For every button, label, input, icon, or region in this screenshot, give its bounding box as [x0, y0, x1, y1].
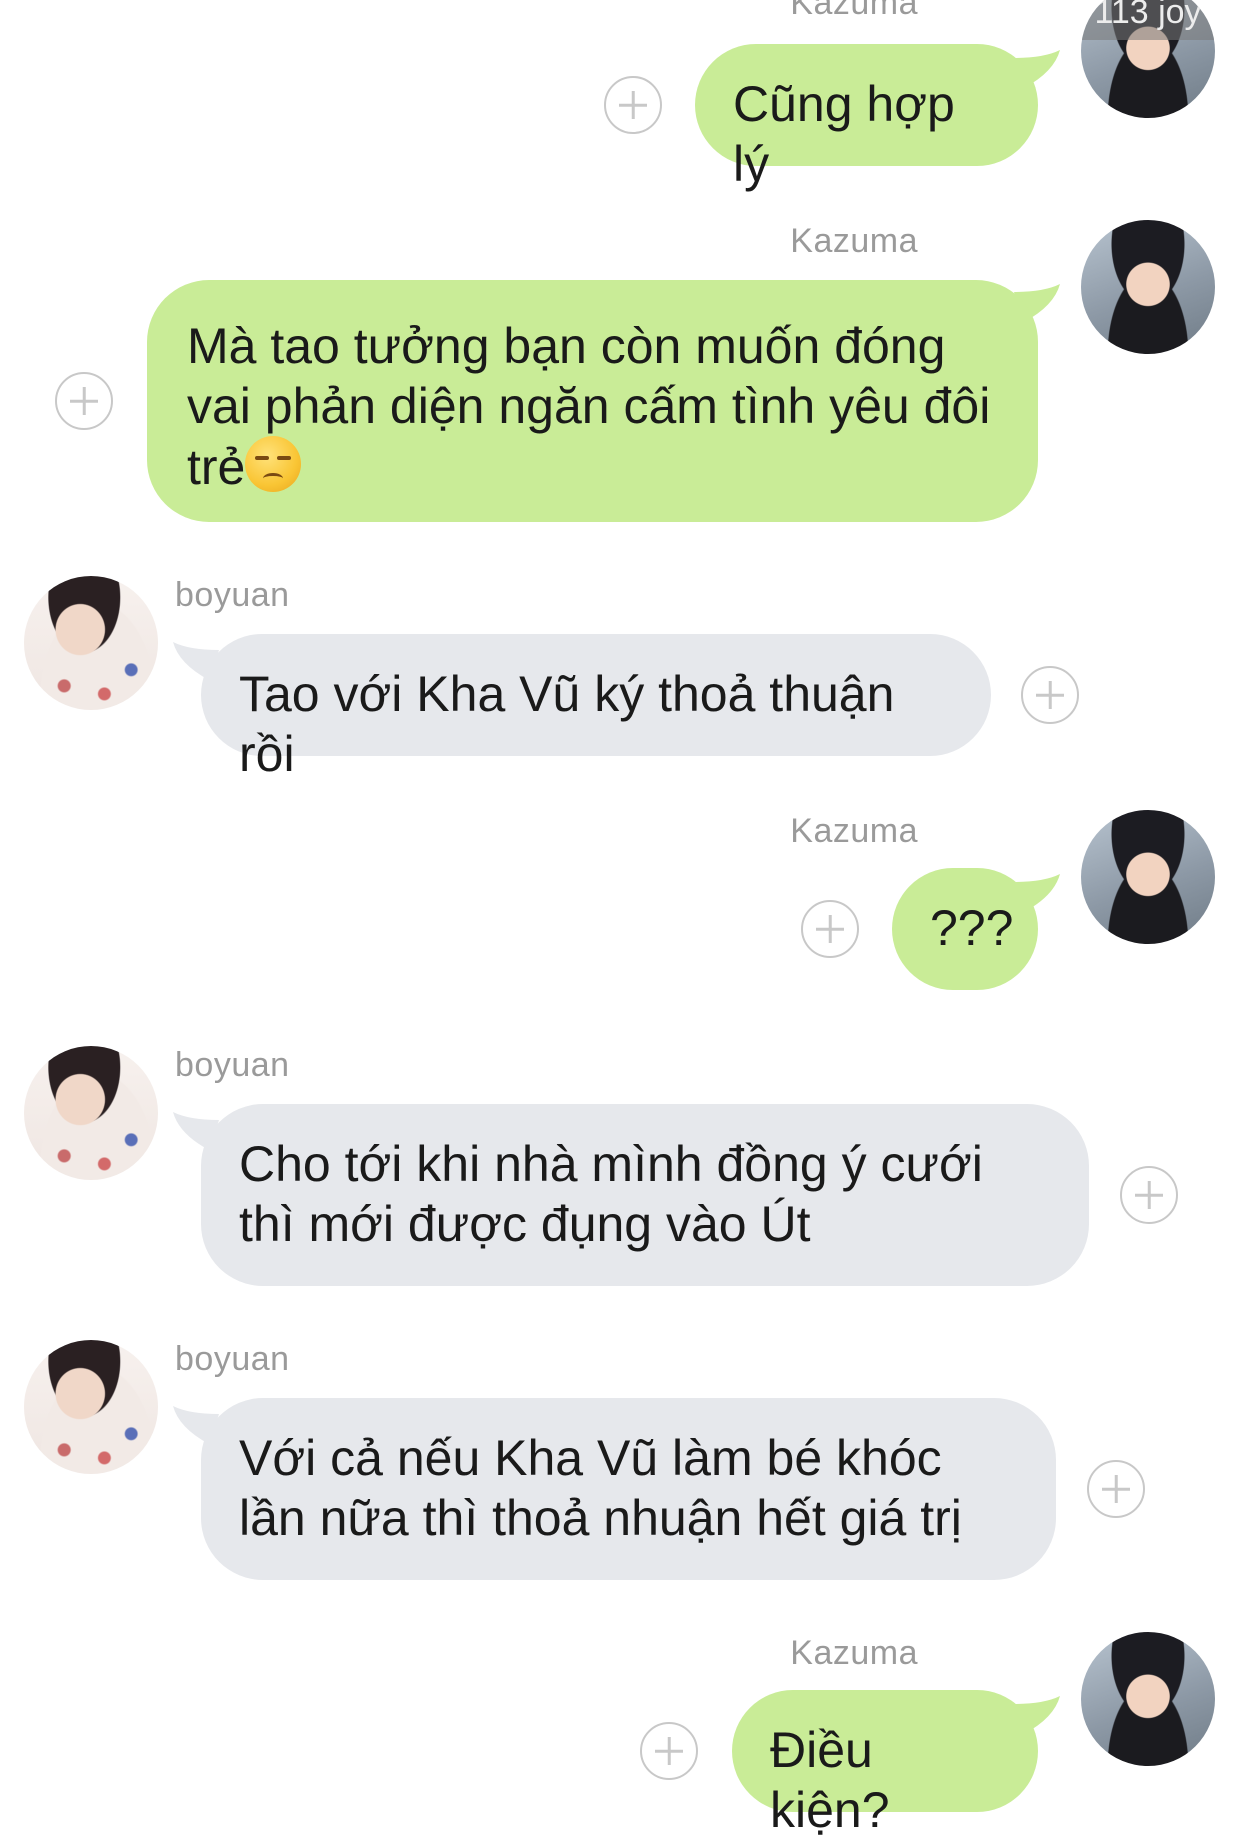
avatar[interactable] [24, 576, 158, 710]
message-row: Kazuma 113 joy Cũng hợp lý [0, 0, 1242, 192]
unamused-face-emoji [245, 436, 302, 492]
message-text: Mà tao tưởng bạn còn muốn đóng vai phản … [187, 318, 991, 495]
avatar[interactable]: 113 joy [1081, 0, 1215, 118]
plus-circle-icon[interactable] [1087, 1460, 1145, 1518]
message-bubble[interactable]: Cũng hợp lý [695, 44, 1038, 192]
sender-name: Kazuma [790, 1634, 918, 1672]
sender-name: Kazuma [790, 812, 918, 850]
message-bubble[interactable]: ??? [892, 868, 1038, 990]
chat-thread[interactable]: Kazuma 113 joy Cũng hợp lý Kazuma Mà tao… [0, 0, 1242, 1838]
avatar[interactable] [1081, 220, 1215, 354]
message-bubble[interactable]: Cho tới khi nhà mình đồng ý cưới thì mới… [201, 1104, 1089, 1286]
message-bubble[interactable]: Tao với Kha Vũ ký thoả thuận rồi [201, 634, 991, 782]
sender-name: Kazuma [790, 222, 918, 260]
message-row: Kazuma Điều kiện? [0, 1622, 1242, 1838]
sender-name: boyuan [175, 1340, 290, 1378]
message-bubble[interactable]: Điều kiện? [732, 1690, 1038, 1838]
message-bubble[interactable]: Mà tao tưởng bạn còn muốn đóng vai phản … [147, 280, 1038, 522]
plus-circle-icon[interactable] [55, 372, 113, 430]
avatar[interactable] [1081, 1632, 1215, 1766]
avatar[interactable] [24, 1046, 158, 1180]
message-bubble[interactable]: Với cả nếu Kha Vũ làm bé khóc lần nữa th… [201, 1398, 1056, 1580]
sender-name: boyuan [175, 576, 290, 614]
plus-circle-icon[interactable] [1021, 666, 1079, 724]
plus-circle-icon[interactable] [640, 1722, 698, 1780]
plus-circle-icon[interactable] [801, 900, 859, 958]
plus-circle-icon[interactable] [1120, 1166, 1178, 1224]
avatar[interactable] [1081, 810, 1215, 944]
plus-circle-icon[interactable] [604, 76, 662, 134]
message-row: boyuan Cho tới khi nhà mình đồng ý cưới … [0, 1038, 1242, 1298]
message-row: boyuan Tao với Kha Vũ ký thoả thuận rồi [0, 568, 1242, 782]
sender-name: boyuan [175, 1046, 290, 1084]
sender-name: Kazuma [790, 0, 918, 22]
avatar[interactable] [24, 1340, 158, 1474]
message-row: Kazuma Mà tao tưởng bạn còn muốn đóng va… [0, 210, 1242, 530]
avatar-overlay-label: 113 joy [1081, 0, 1215, 40]
message-row: Kazuma ??? [0, 800, 1242, 1000]
message-row: boyuan Với cả nếu Kha Vũ làm bé khóc lần… [0, 1332, 1242, 1592]
